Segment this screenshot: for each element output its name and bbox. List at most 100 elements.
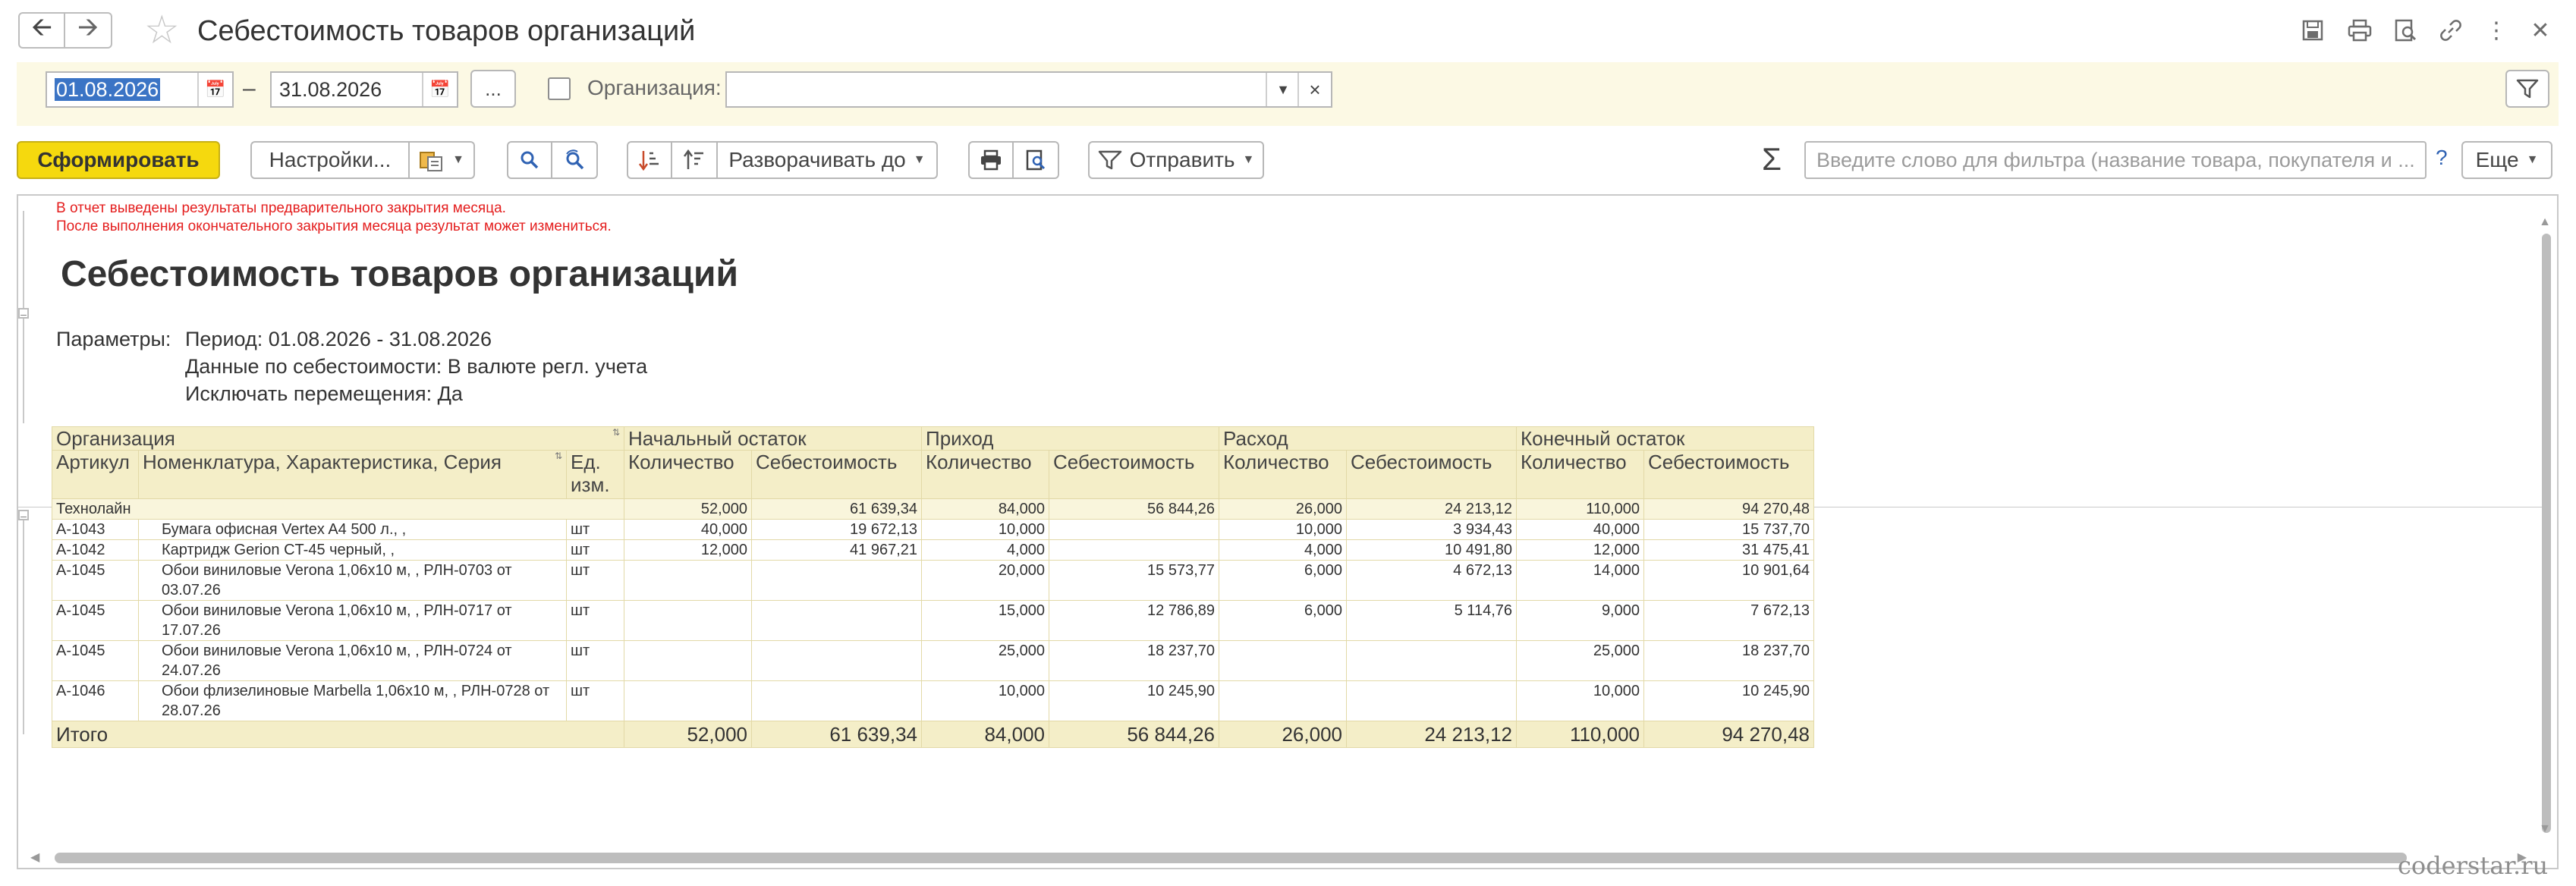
article-cell[interactable]: А-1043 [52, 519, 139, 540]
table-row[interactable]: А-1042 Картридж Gerion CT-45 черный, , шт 1… [52, 539, 1814, 561]
cell[interactable]: 110,000 [1516, 721, 1644, 748]
forward-button[interactable]: 🡪 [65, 12, 112, 49]
send-button[interactable]: Отправить ▼ [1088, 141, 1264, 179]
unit-cell[interactable]: шт [566, 600, 624, 641]
find-next-button[interactable] [552, 141, 598, 179]
value-cell[interactable]: 6,000 [1219, 600, 1347, 641]
value-cell[interactable]: 14,000 [1516, 560, 1644, 601]
calendar-icon[interactable]: 📅 [422, 73, 457, 106]
value-cell[interactable]: 31 475,41 [1643, 539, 1814, 561]
close-icon[interactable]: ✕ [2524, 14, 2557, 47]
favorite-star-icon[interactable]: ☆ [144, 8, 180, 53]
cell[interactable]: 110,000 [1516, 498, 1644, 520]
value-cell[interactable]: 4 672,13 [1346, 560, 1517, 601]
organization-input[interactable]: ▼ × [725, 71, 1332, 108]
value-cell[interactable] [624, 680, 752, 721]
vertical-scrollbar[interactable] [2542, 234, 2551, 833]
cell[interactable]: 26,000 [1219, 498, 1347, 520]
value-cell[interactable]: 3 934,43 [1346, 519, 1517, 540]
table-row[interactable]: А-1043 Бумага офисная Vertex A4 500 л., ,… [52, 519, 1814, 540]
header-org[interactable]: ⇅ Организация [52, 426, 624, 451]
value-cell[interactable]: 10 491,80 [1346, 539, 1517, 561]
group-row[interactable]: Технолайн 52,000 61 639,34 84,000 56 844… [52, 498, 1814, 520]
preview-icon[interactable] [2389, 14, 2422, 47]
horizontal-scrollbar[interactable] [55, 853, 2407, 863]
sort-ascending-button[interactable] [627, 141, 672, 179]
value-cell[interactable] [1219, 640, 1347, 681]
nomenclature-cell[interactable]: Обои флизелиновые Marbella 1,06х10 м, , … [138, 680, 567, 721]
find-button[interactable] [507, 141, 552, 179]
nomenclature-cell[interactable]: Обои виниловые Verona 1,06х10 м, , РЛН-0… [138, 600, 567, 641]
filter-settings-button[interactable] [2505, 70, 2549, 108]
unit-cell[interactable]: шт [566, 519, 624, 540]
article-cell[interactable]: А-1042 [52, 539, 139, 561]
date-to-field[interactable]: 31.08.2026 📅 [270, 71, 458, 108]
value-cell[interactable]: 18 237,70 [1049, 640, 1219, 681]
value-cell[interactable]: 25,000 [921, 640, 1049, 681]
value-cell[interactable] [624, 560, 752, 601]
unit-cell[interactable]: шт [566, 640, 624, 681]
value-cell[interactable] [1346, 640, 1517, 681]
value-cell[interactable]: 15,000 [921, 600, 1049, 641]
print-button[interactable] [968, 141, 1014, 179]
nomenclature-cell[interactable]: Обои виниловые Verona 1,06х10 м, , РЛН-0… [138, 640, 567, 681]
total-label[interactable]: Итого [52, 721, 624, 748]
organization-checkbox[interactable] [548, 77, 571, 100]
sum-sigma-icon[interactable]: Σ [1762, 140, 1782, 179]
value-cell[interactable] [1049, 539, 1219, 561]
variant-menu-button[interactable]: ▼ [410, 141, 475, 179]
value-cell[interactable]: 25,000 [1516, 640, 1644, 681]
header-article[interactable]: Артикул [52, 450, 139, 499]
print-preview-button[interactable] [1014, 141, 1059, 179]
save-icon[interactable] [2296, 14, 2329, 47]
cell[interactable]: 52,000 [624, 721, 752, 748]
generate-report-button[interactable]: Сформировать [17, 141, 220, 179]
table-row[interactable]: А-1045 Обои виниловые Verona 1,06х10 м, ,… [52, 640, 1814, 681]
value-cell[interactable] [624, 600, 752, 641]
header-opening[interactable]: Начальный остаток [624, 426, 922, 451]
header-income-cost[interactable]: Себестоимость [1049, 450, 1219, 499]
table-row[interactable]: А-1045 Обои виниловые Verona 1,06х10 м, ,… [52, 600, 1814, 641]
cell[interactable]: 84,000 [921, 498, 1049, 520]
article-cell[interactable]: А-1045 [52, 560, 139, 601]
value-cell[interactable]: 9,000 [1516, 600, 1644, 641]
value-cell[interactable]: 10 245,90 [1643, 680, 1814, 721]
value-cell[interactable]: 12,000 [624, 539, 752, 561]
date-from-field[interactable]: 01.08.2026 📅 [46, 71, 234, 108]
value-cell[interactable]: 10 901,64 [1643, 560, 1814, 601]
value-cell[interactable]: 4,000 [1219, 539, 1347, 561]
value-cell[interactable] [1346, 680, 1517, 721]
more-button[interactable]: Еще ▼ [2461, 141, 2552, 179]
header-expense-cost[interactable]: Себестоимость [1346, 450, 1517, 499]
nomenclature-cell[interactable]: Обои виниловые Verona 1,06х10 м, , РЛН-0… [138, 560, 567, 601]
value-cell[interactable]: 4,000 [921, 539, 1049, 561]
value-cell[interactable]: 40,000 [1516, 519, 1644, 540]
header-income-qty[interactable]: Количество [921, 450, 1049, 499]
back-button[interactable]: 🡨 [18, 12, 65, 49]
value-cell[interactable]: 10,000 [1219, 519, 1347, 540]
value-cell[interactable]: 6,000 [1219, 560, 1347, 601]
header-closing[interactable]: Конечный остаток [1516, 426, 1814, 451]
header-nomenclature[interactable]: ⇅ Номенклатура, Характеристика, Серия [138, 450, 567, 499]
cell[interactable]: 52,000 [624, 498, 752, 520]
table-row[interactable]: А-1045 Обои виниловые Verona 1,06х10 м, ,… [52, 560, 1814, 601]
group-name[interactable]: Технолайн [52, 498, 624, 520]
cell[interactable]: 61 639,34 [751, 498, 922, 520]
scroll-left-icon[interactable]: ◀ [30, 850, 39, 865]
unit-cell[interactable]: шт [566, 560, 624, 601]
header-unit[interactable]: Ед. изм. [566, 450, 624, 499]
header-closing-cost[interactable]: Себестоимость [1643, 450, 1814, 499]
cell[interactable]: 24 213,12 [1346, 498, 1517, 520]
value-cell[interactable]: 19 672,13 [751, 519, 922, 540]
value-cell[interactable] [751, 680, 922, 721]
header-opening-qty[interactable]: Количество [624, 450, 752, 499]
print-icon[interactable] [2343, 14, 2376, 47]
more-vertical-icon[interactable]: ⋮ [2480, 14, 2513, 47]
value-cell[interactable] [1219, 680, 1347, 721]
clear-icon[interactable]: × [1297, 73, 1331, 106]
article-cell[interactable]: А-1045 [52, 600, 139, 641]
cell[interactable]: 56 844,26 [1049, 498, 1219, 520]
expand-to-button[interactable]: Разворачивать до ▼ [718, 141, 938, 179]
value-cell[interactable]: 10,000 [921, 680, 1049, 721]
value-cell[interactable]: 10,000 [921, 519, 1049, 540]
